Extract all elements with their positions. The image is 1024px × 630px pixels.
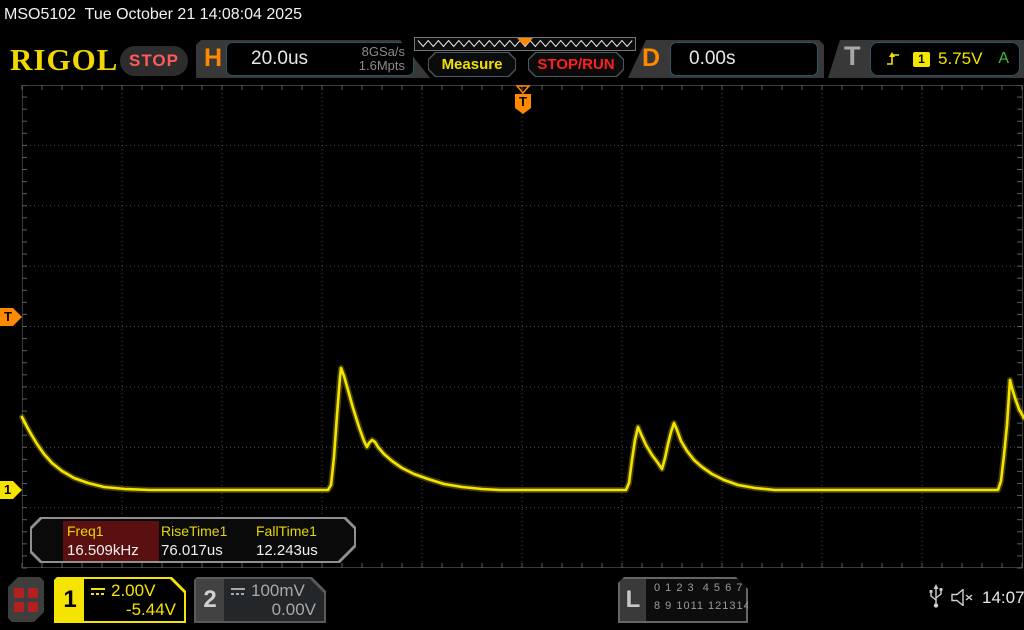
trigger-label: T [844,41,861,71]
delay-label: D [642,44,661,72]
logic-label-tab: L [620,579,646,621]
channel2-offset: 0.00V [271,600,316,619]
measurement-value-risetime1: 76.017us [161,542,223,559]
stop-run-button-label: STOP/RUN [537,56,615,73]
quick-menu-button[interactable] [8,577,44,622]
logic-channels-row1: 0 1 2 3 4 5 6 7 [654,582,744,594]
measurement-panel[interactable]: Freq1 RiseTime1 FallTime1 16.509kHz 76.0… [30,517,356,563]
measurement-value-falltime1: 12.243us [256,542,318,559]
grid-menu-icon [14,588,38,612]
trigger-position-marker[interactable]: T [512,85,534,115]
sample-rate: 8GSa/s [361,44,405,59]
rigol-logo: RIGOL [10,42,119,77]
dc-coupling-icon [230,586,246,597]
horizontal-timebase-block[interactable]: H 20.0us 8GSa/s 1.6Mpts [196,40,430,78]
delay-readout[interactable]: 0.00s [670,42,818,76]
speaker-muted-icon [951,589,973,606]
usb-icon [929,584,943,608]
measurement-label-falltime1[interactable]: FallTime1 [256,523,317,539]
measure-button[interactable]: Measure [428,52,516,77]
memory-depth: 1.6Mpts [358,58,405,73]
channel1-offset: -5.44V [125,600,176,619]
trigger-slope-icon [887,52,899,65]
channel1-scale: 2.00V [111,581,156,600]
run-state-indicator: STOP [120,46,188,76]
channel2-number-tab: 2 [196,579,224,621]
trigger-position-label: T [519,94,527,109]
timebase-readout[interactable]: 20.0us 8GSa/s 1.6Mpts [226,42,414,76]
trigger-readout[interactable]: 1 5.75V A [870,42,1020,76]
trigger-level-value: 5.75V [938,49,983,68]
dc-coupling-icon [90,586,106,597]
logic-channels-block[interactable]: L 0 1 2 3 4 5 6 7 8 9 1011 12131415 [618,577,748,623]
horizontal-label: H [204,44,223,72]
trigger-source-badge: 1 [913,51,930,67]
window-title: MSO5102 Tue October 21 14:08:04 2025 [4,6,302,23]
channel2-scale: 100mV [251,581,305,600]
clock: 14:07 [982,588,1024,607]
measurement-value-freq1: 16.509kHz [67,542,139,559]
logic-channels-row2: 8 9 1011 12131415 [654,600,765,612]
delay-value: 0.00s [689,48,736,69]
measure-button-label: Measure [441,56,503,73]
memory-position-bar[interactable] [414,37,636,51]
measurement-label-freq1[interactable]: Freq1 [67,523,104,539]
channel1-block[interactable]: 1 2.00V -5.44V [54,577,186,623]
delay-block[interactable]: D 0.00s [628,40,824,78]
channel1-number-tab: 1 [56,579,84,621]
trigger-block[interactable]: T 1 5.75V A [828,40,1024,78]
channel2-block[interactable]: 2 100mV 0.00V [194,577,326,623]
stop-run-button[interactable]: STOP/RUN [528,52,624,77]
waveform-display[interactable] [0,85,1024,570]
trigger-mode-auto: A [998,50,1009,67]
measurement-label-risetime1[interactable]: RiseTime1 [161,523,227,539]
timebase-value: 20.0us [251,48,309,69]
